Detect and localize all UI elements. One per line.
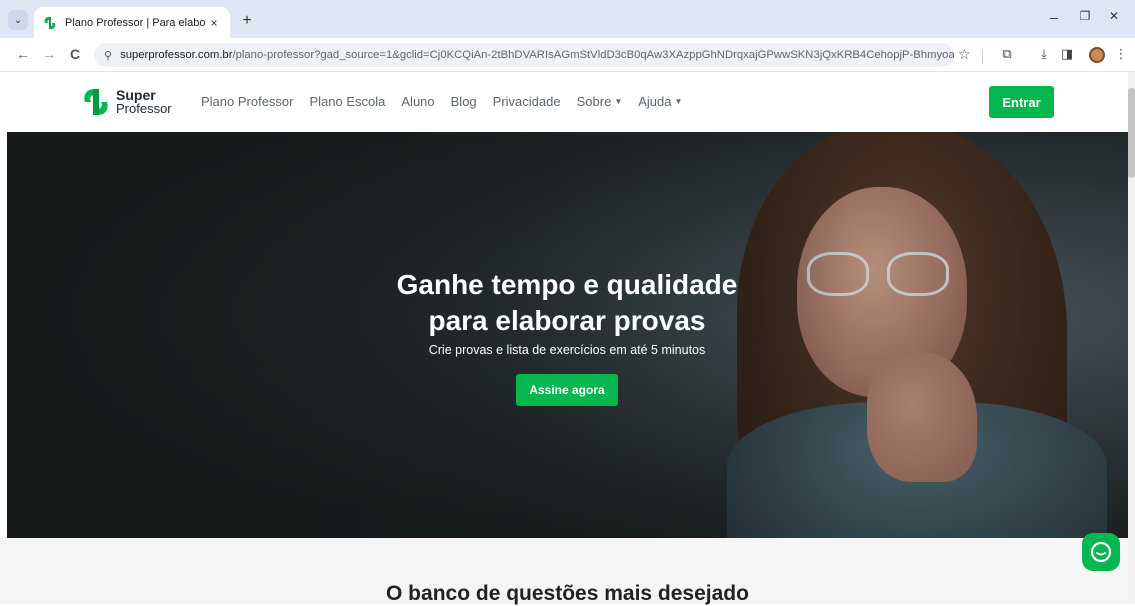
hero-subtitle: Crie provas e lista de exercícios em até… <box>428 343 706 357</box>
menu-item-ajuda-label: Ajuda <box>638 94 672 109</box>
main-menu: Plano Professor Plano Escola Aluno Blog … <box>201 94 698 109</box>
menu-item-plano-escola[interactable]: Plano Escola <box>310 94 386 109</box>
window-maximize-button[interactable]: ❐ <box>1075 9 1095 23</box>
menu-item-privacidade[interactable]: Privacidade <box>493 94 561 109</box>
site-header: Super Professor Plano Professor Plano Es… <box>0 72 1128 132</box>
menu-item-blog[interactable]: Blog <box>451 94 477 109</box>
new-tab-button[interactable]: + <box>238 12 256 30</box>
caret-down-icon: ▼ <box>674 97 683 106</box>
menu-item-ajuda[interactable]: Ajuda ▼ <box>638 94 682 109</box>
menu-item-sobre-label: Sobre <box>576 94 612 109</box>
url-host: superprofessor.com.br <box>120 49 233 61</box>
window-close-button[interactable]: ✕ <box>1104 9 1124 23</box>
reload-icon[interactable]: C <box>66 46 84 62</box>
super-professor-favicon-icon <box>44 16 56 29</box>
menu-item-aluno[interactable]: Aluno <box>401 94 434 109</box>
browser-toolbar: ← → C ⚲ superprofessor.com.br/plano-prof… <box>0 38 1135 72</box>
tab-close-icon[interactable]: × <box>206 16 222 30</box>
url-text[interactable]: superprofessor.com.br/plano-professor?ga… <box>120 49 954 61</box>
browser-tabstrip: ⌄ Plano Professor | Para elaborar × + – … <box>0 0 1135 38</box>
logo-text-professor: Professor <box>116 101 172 116</box>
browser-menu-icon[interactable]: ⋮ <box>1112 46 1130 62</box>
caret-down-icon: ▼ <box>614 97 623 106</box>
chat-button[interactable] <box>1082 533 1120 571</box>
toolbar-divider <box>982 50 983 64</box>
chat-bubble-icon <box>1090 541 1112 563</box>
bookmark-star-icon[interactable]: ☆ <box>958 46 971 63</box>
window-minimize-button[interactable]: – <box>1044 9 1064 25</box>
menu-item-sobre[interactable]: Sobre ▼ <box>577 94 623 109</box>
page-scrollbar-thumb[interactable] <box>1128 88 1135 178</box>
tab-search-button[interactable]: ⌄ <box>8 10 28 30</box>
super-professor-logo[interactable]: Super Professor <box>80 86 172 118</box>
tab-title: Plano Professor | Para elaborar <box>65 16 205 29</box>
hero-title: Ganhe tempo e qualidade para elaborar pr… <box>317 267 817 339</box>
extensions-icon[interactable]: ⧉ <box>998 46 1016 62</box>
download-icon[interactable]: ⤓ <box>1035 46 1053 62</box>
super-professor-logo-icon <box>84 89 108 115</box>
hero-banner: Ganhe tempo e qualidade para elaborar pr… <box>7 132 1128 538</box>
url-path: /plano-professor?gad_source=1&gclid=Cj0K… <box>232 49 954 61</box>
address-bar[interactable]: ⚲ superprofessor.com.br/plano-professor?… <box>94 43 954 67</box>
menu-item-plano-professor[interactable]: Plano Professor <box>201 94 294 109</box>
hero-title-line2: para elaborar provas <box>428 305 706 336</box>
forward-icon[interactable]: → <box>40 46 58 62</box>
browser-tab-active[interactable]: Plano Professor | Para elaborar × <box>34 7 230 38</box>
hero-title-line1: Ganhe tempo e qualidade <box>396 269 738 300</box>
back-icon[interactable]: ← <box>14 46 32 62</box>
profile-avatar[interactable] <box>1089 47 1105 63</box>
site-info-icon[interactable]: ⚲ <box>104 49 112 62</box>
side-panel-icon[interactable]: ◨ <box>1058 46 1076 62</box>
section-title: O banco de questões mais desejado <box>386 582 749 605</box>
subscribe-button[interactable]: Assine agora <box>516 374 618 406</box>
login-button[interactable]: Entrar <box>989 86 1054 118</box>
